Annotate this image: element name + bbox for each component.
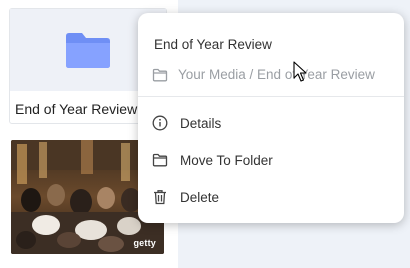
menu-divider (138, 96, 404, 97)
folder-outline-icon (152, 152, 168, 168)
menu-item-label: Delete (180, 189, 220, 205)
folder-title: End of Year Review (15, 101, 138, 117)
folder-icon (66, 33, 110, 68)
context-menu: End of Year Review Your Media / End of Y… (138, 13, 404, 223)
menu-item-details[interactable]: Details (152, 113, 221, 133)
menu-folder-path: Your Media / End of Year Review (152, 67, 375, 82)
menu-item-delete[interactable]: Delete (152, 187, 219, 207)
menu-item-label: Details (180, 115, 222, 131)
menu-title: End of Year Review (154, 37, 272, 52)
menu-item-move-to-folder[interactable]: Move To Folder (152, 150, 273, 170)
menu-path-text: Your Media / End of Year Review (178, 67, 375, 82)
menu-item-label: Move To Folder (180, 152, 273, 168)
info-icon (152, 115, 168, 131)
getty-watermark: getty (133, 238, 156, 248)
folder-outline-icon (152, 68, 168, 81)
trash-icon (152, 189, 168, 205)
mouse-cursor-icon (293, 61, 307, 82)
